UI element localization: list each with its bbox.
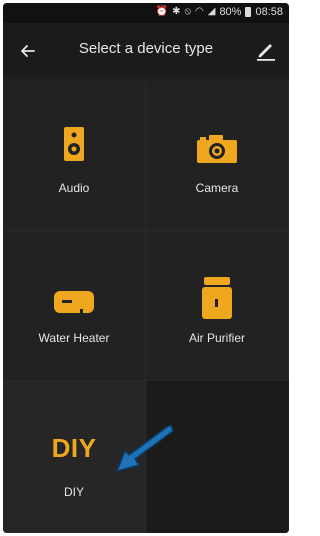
edit-button[interactable] — [251, 35, 281, 65]
device-label: Audio — [58, 181, 90, 195]
battery-icon — [245, 7, 252, 17]
status-time: 08:58 — [255, 6, 283, 18]
signal-icon: ◢ — [207, 6, 216, 17]
camera-icon — [197, 135, 237, 168]
device-tile-audio[interactable]: Audio — [3, 81, 146, 231]
alarm-icon: ⏰ — [155, 6, 169, 17]
pencil-icon — [251, 44, 281, 69]
device-label: Air Purifier — [188, 331, 245, 345]
phone-screen: ⏰ ✱ ⦸ ◠ ◢ 80% 08:58 Select a device type — [3, 3, 289, 533]
device-label: Water Heater — [38, 331, 110, 345]
device-tile-camera[interactable]: Camera — [146, 81, 289, 231]
back-arrow-icon — [21, 40, 35, 60]
app-bar: Select a device type — [3, 23, 289, 77]
wifi-icon: ◠ — [195, 6, 204, 17]
status-bar: ⏰ ✱ ⦸ ◠ ◢ 80% 08:58 — [3, 3, 289, 23]
annotation-arrow-icon — [116, 424, 174, 472]
device-label: DIY — [63, 485, 84, 499]
page-title: Select a device type — [78, 40, 214, 57]
back-button[interactable] — [15, 37, 41, 63]
status-icons: ⏰ ✱ ⦸ ◠ ◢ 80% 08:58 — [156, 6, 283, 18]
bluetooth-icon: ✱ — [172, 6, 181, 17]
water-heater-icon — [54, 291, 94, 318]
battery-percent: 80% — [219, 6, 242, 18]
mute-icon: ⦸ — [184, 6, 191, 17]
speaker-icon — [64, 127, 84, 166]
device-label: Camera — [195, 181, 239, 195]
air-purifier-icon — [202, 277, 232, 324]
device-tile-water-heater[interactable]: Water Heater — [3, 231, 146, 381]
device-type-grid: Audio Camera Water Heater Air Purifier D… — [3, 81, 289, 533]
device-tile-air-purifier[interactable]: Air Purifier — [146, 231, 289, 381]
